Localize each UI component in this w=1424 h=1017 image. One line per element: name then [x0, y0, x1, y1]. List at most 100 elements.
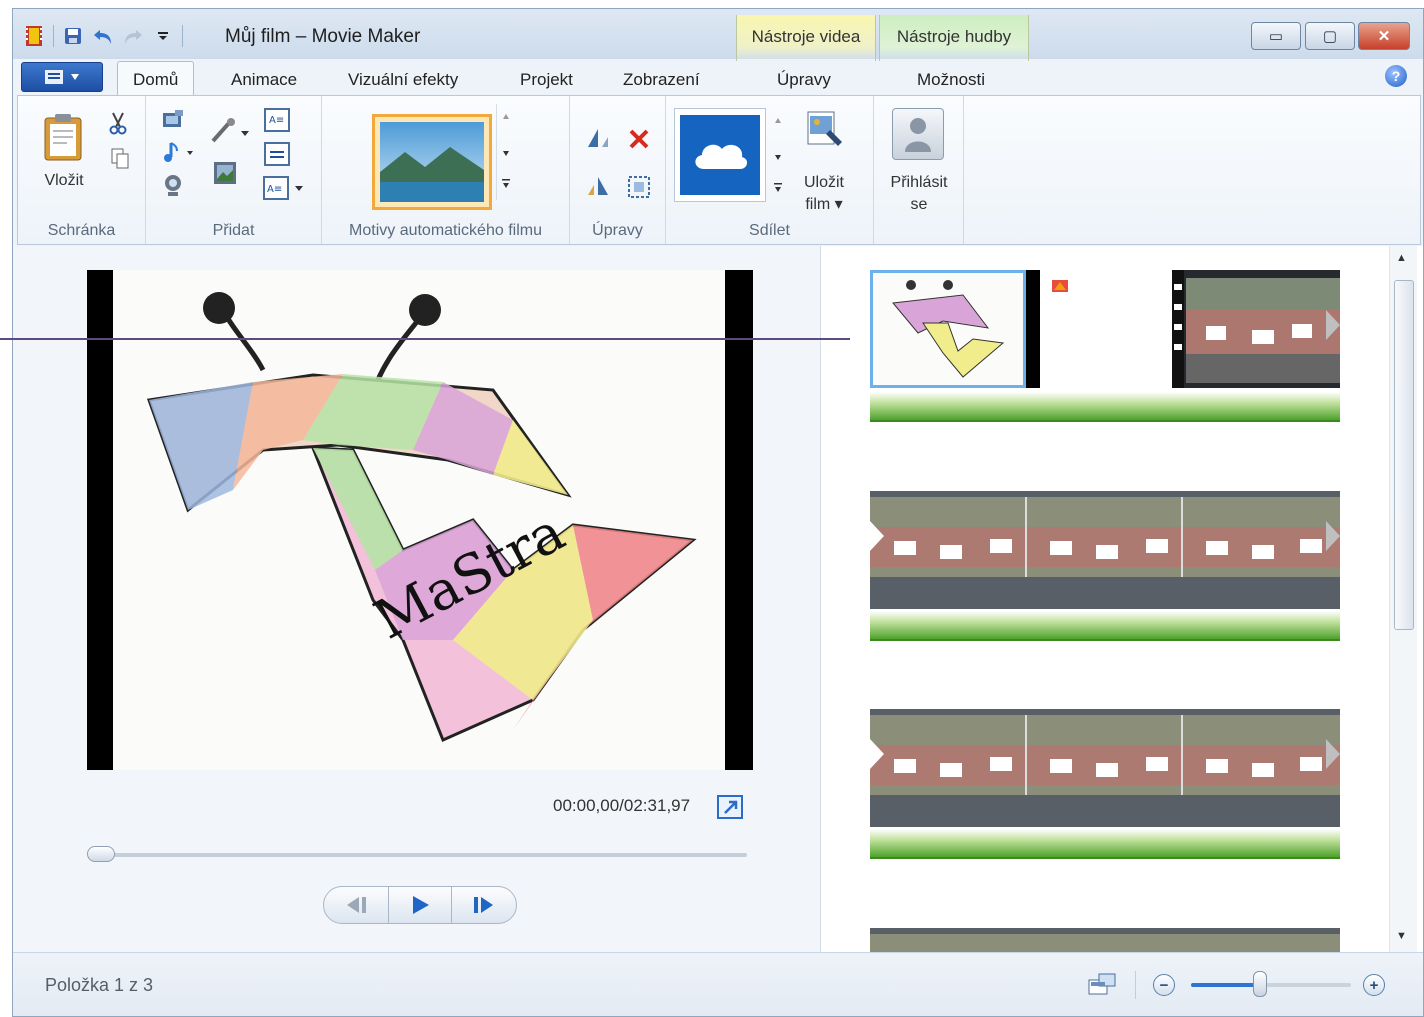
paste-button-label[interactable]: Vložit	[32, 172, 96, 190]
snapshot-icon[interactable]	[210, 158, 240, 188]
clip-transition[interactable]	[1040, 270, 1172, 388]
clip-black-gap	[1026, 270, 1040, 388]
qat-separator	[182, 25, 183, 47]
timecode-display: 00:00,00/02:31,97	[553, 796, 691, 815]
title-icon[interactable]: A≡	[262, 106, 292, 134]
video-preview[interactable]: MaStra	[87, 270, 753, 770]
tab-visual-effects[interactable]: Vizuální efekty	[348, 65, 458, 95]
mastra-drawing: MaStra	[146, 292, 697, 743]
context-tab-video-tools: Nástroje videa	[736, 15, 876, 61]
audio-track[interactable]	[870, 392, 1340, 422]
seek-bar[interactable]	[89, 853, 747, 857]
tab-project[interactable]: Projekt	[520, 65, 573, 95]
caption-icon[interactable]	[262, 140, 292, 168]
undo-icon[interactable]	[92, 25, 114, 47]
webcam-icon[interactable]	[160, 172, 186, 200]
annotation-line	[0, 338, 850, 340]
quick-access-toolbar	[23, 22, 183, 50]
select-all-icon[interactable]	[624, 172, 654, 202]
ribbon-tab-row: Domů Animace Vizuální efekty Projekt Zob…	[13, 59, 1423, 97]
save-icon[interactable]	[62, 25, 84, 47]
group-label-clipboard: Schránka	[47, 222, 116, 239]
context-tab-music-tools: Nástroje hudby	[879, 15, 1029, 61]
add-music-icon[interactable]	[160, 140, 196, 166]
clip-thumbnail[interactable]	[1172, 270, 1340, 388]
app-film-icon[interactable]	[23, 25, 45, 47]
remove-icon[interactable]	[624, 124, 654, 154]
thumbnail-size-icon[interactable]	[1085, 971, 1119, 999]
tab-options[interactable]: Možnosti	[917, 65, 985, 95]
narration-microphone-icon[interactable]	[206, 116, 258, 146]
zoom-controls: − +	[1083, 967, 1385, 1003]
zoom-out-button[interactable]: −	[1153, 974, 1175, 996]
cut-icon[interactable]	[106, 110, 130, 136]
storyboard-scrollbar[interactable]: ▲ ▼	[1389, 246, 1417, 952]
group-automovie-themes: Motivy automatického filmu	[322, 96, 570, 244]
previous-frame-button[interactable]	[324, 887, 388, 923]
user-avatar-icon[interactable]	[892, 108, 944, 160]
zoom-slider[interactable]	[1191, 983, 1351, 987]
paste-icon[interactable]	[40, 110, 86, 164]
tab-view[interactable]: Zobrazení	[623, 65, 700, 95]
clip-thumbnail[interactable]	[870, 491, 1340, 609]
scroll-down-icon[interactable]: ▼	[1396, 930, 1407, 942]
movie-maker-window: Můj film – Movie Maker Nástroje videa Ná…	[12, 8, 1424, 1017]
previous-frame-icon	[347, 897, 366, 913]
maximize-icon: ▢	[1322, 28, 1338, 45]
title-bar: Můj film – Movie Maker Nástroje videa Ná…	[13, 9, 1423, 61]
chevron-down-icon	[71, 74, 79, 80]
customize-qat-icon[interactable]	[152, 25, 174, 47]
tab-home[interactable]: Domů	[117, 61, 195, 97]
minimize-button[interactable]: ▭	[1251, 22, 1301, 50]
theme-gallery-scroll[interactable]	[496, 104, 514, 200]
audio-track[interactable]	[870, 611, 1340, 641]
play-button[interactable]	[388, 887, 452, 923]
fullscreen-button[interactable]	[717, 795, 743, 819]
next-frame-button[interactable]	[452, 887, 516, 923]
group-label-add: Přidat	[212, 222, 255, 239]
copy-icon[interactable]	[108, 146, 132, 172]
class-photo-strip	[870, 715, 1340, 795]
sign-in-button[interactable]: Přihlásit se	[878, 172, 960, 216]
sign-in-label-line2: se	[910, 196, 928, 213]
help-icon[interactable]: ?	[1385, 65, 1407, 87]
clip-thumbnail-selected[interactable]	[870, 270, 1026, 388]
tab-animations[interactable]: Animace	[231, 65, 297, 95]
zoom-slider-thumb[interactable]	[1253, 971, 1267, 997]
svg-text:A≡: A≡	[267, 184, 282, 195]
save-movie-icon[interactable]	[802, 106, 846, 156]
close-button[interactable]: ✕	[1358, 22, 1410, 50]
scrollbar-thumb[interactable]	[1394, 280, 1414, 630]
ribbon: Vložit Schránka A≡ A≡ Přidat Motivy auto…	[17, 95, 1421, 245]
landscape-icon	[380, 122, 484, 202]
item-position-text: Položka 1 z 3	[45, 975, 154, 995]
add-videos-photos-icon[interactable]	[160, 108, 186, 134]
theme-thumbnail-default[interactable]	[372, 114, 492, 210]
file-menu-button[interactable]	[21, 62, 103, 92]
clip-thumbnail[interactable]	[870, 928, 1340, 952]
next-frame-icon	[474, 897, 493, 913]
rotate-left-icon[interactable]	[582, 124, 614, 152]
seek-thumb[interactable]	[87, 846, 115, 862]
zoom-in-button[interactable]: +	[1363, 974, 1385, 996]
class-photo-strip	[870, 497, 1340, 577]
clip-thumbnails	[870, 928, 1340, 952]
redo-icon[interactable]	[122, 25, 144, 47]
audio-track[interactable]	[870, 829, 1340, 859]
tab-edit[interactable]: Úpravy	[777, 65, 831, 95]
maximize-button[interactable]: ▢	[1305, 22, 1355, 50]
save-movie-button[interactable]: Uložit film ▾	[784, 172, 864, 216]
credits-icon[interactable]: A≡	[262, 174, 308, 202]
preview-image: MaStra	[113, 270, 725, 770]
preview-pane: MaStra 00:00,00/02:31,97	[13, 246, 821, 952]
group-label-share: Sdílet	[749, 222, 790, 239]
minimize-icon: ▭	[1268, 28, 1284, 45]
onedrive-tile	[680, 115, 760, 195]
clip-thumbnail[interactable]	[870, 709, 1340, 827]
qat-separator	[53, 25, 54, 47]
onedrive-share-button[interactable]	[674, 108, 766, 202]
file-menu-icon	[45, 70, 63, 84]
scroll-up-icon[interactable]: ▲	[1396, 252, 1407, 264]
rotate-right-icon[interactable]	[582, 172, 614, 200]
clip-drawing-thumb	[892, 280, 1005, 378]
